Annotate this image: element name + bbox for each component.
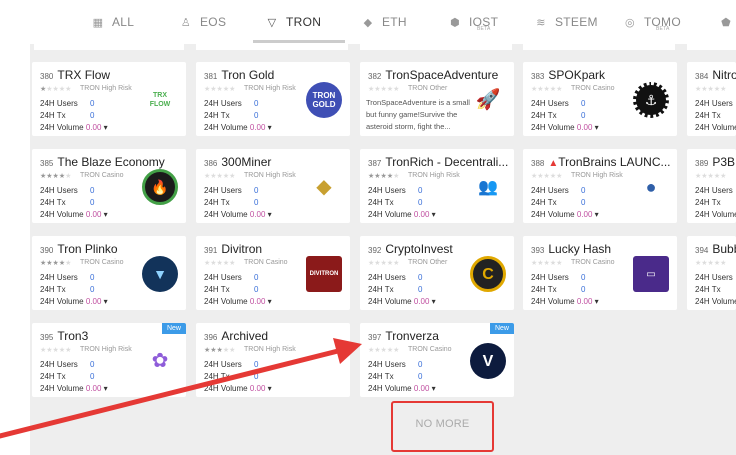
arrow-head <box>333 338 362 364</box>
arrow-shaft <box>0 347 345 439</box>
annotation-arrow <box>0 338 362 439</box>
